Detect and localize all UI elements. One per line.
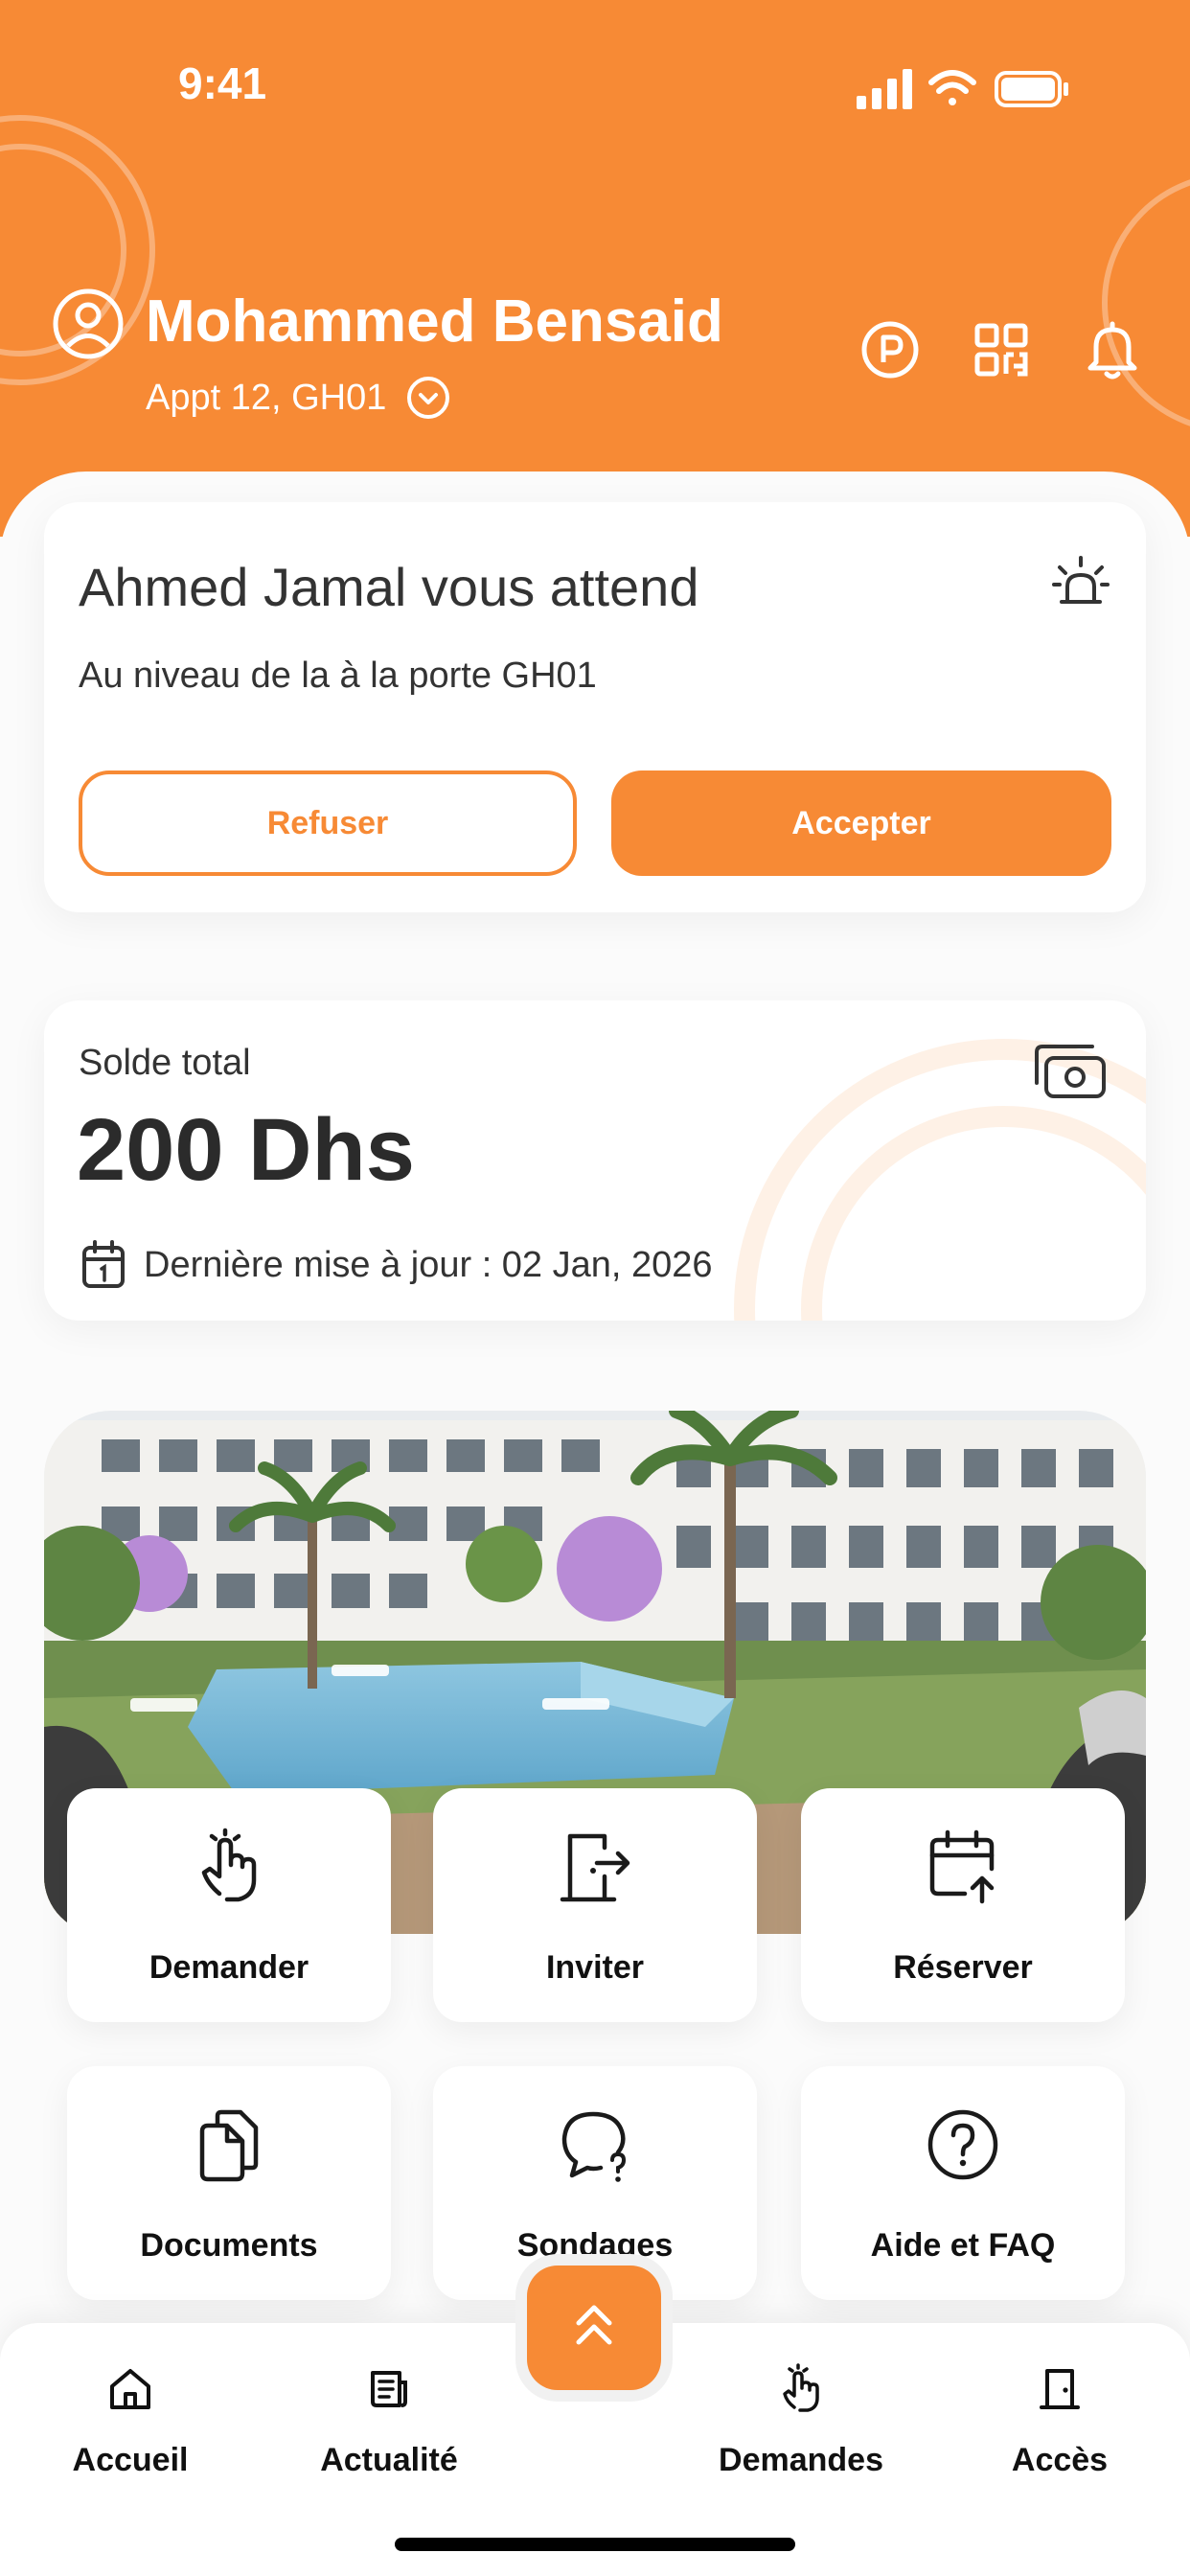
status-bar: 9:41 (0, 0, 1190, 172)
accept-button[interactable]: Accepter (611, 770, 1111, 876)
home-indicator (395, 2538, 795, 2551)
home-icon (110, 2369, 150, 2409)
calendar-upload-icon (929, 1829, 995, 1904)
apartment-label: Appt 12, GH01 (146, 377, 387, 418)
action-aide-faq[interactable]: Aide et FAQ (801, 2066, 1125, 2300)
nav-label: Demandes (719, 2442, 883, 2478)
calendar-icon (82, 1240, 125, 1288)
balance-value: 200 Dhs (77, 1101, 415, 1199)
header: 9:41 Mohammed Bensaid Appt 12, GH01 (0, 0, 1190, 537)
action-label: Demander (149, 1949, 309, 1986)
action-inviter[interactable]: Inviter (433, 1788, 757, 2022)
parking-icon[interactable] (857, 316, 924, 383)
action-label: Inviter (545, 1949, 645, 1986)
chevron-down-icon (407, 377, 450, 419)
balance-label: Solde total (79, 1043, 251, 1083)
last-update-row: Dernière mise à jour : 02 Jan, 2026 (80, 1238, 713, 1292)
app-screen: 9:41 Mohammed Bensaid Appt 12, GH01 Ahme… (0, 0, 1190, 2576)
visitor-card: Ahmed Jamal vous attend Au niveau de la … (44, 502, 1146, 912)
nav-item-demandes[interactable]: Demandes (686, 2323, 916, 2515)
signal-icon (857, 69, 912, 109)
status-icons (857, 69, 1068, 109)
last-update-text: Dernière mise à jour : 02 Jan, 2026 (144, 1244, 713, 1285)
hand-pointer-icon (201, 1828, 257, 1902)
status-time: 9:41 (178, 58, 267, 108)
door-icon (1040, 2369, 1080, 2409)
money-icon (1035, 1045, 1106, 1098)
nav-label: Accès (1011, 2442, 1109, 2478)
visitor-title: Ahmed Jamal vous attend (79, 557, 699, 617)
action-demander[interactable]: Demander (67, 1788, 391, 2022)
chevrons-up-icon (576, 2305, 612, 2345)
action-label: Aide et FAQ (870, 2227, 1056, 2264)
wifi-icon (928, 70, 976, 105)
balance-card[interactable]: Solde total 200 Dhs Dernière mise à jour… (44, 1000, 1146, 1321)
chat-question-icon (561, 2111, 627, 2182)
nav-label: Accueil (72, 2442, 189, 2478)
battery-icon (995, 71, 1068, 107)
news-icon (371, 2371, 407, 2407)
action-label: Documents (140, 2227, 318, 2264)
action-label: Sondages (516, 2227, 674, 2264)
expand-menu-button[interactable] (527, 2266, 661, 2390)
user-profile-icon[interactable] (52, 288, 125, 360)
nav-item-accueil[interactable]: Accueil (15, 2323, 245, 2515)
action-reserver[interactable]: Réserver (801, 1788, 1125, 2022)
action-label: Réserver (893, 1949, 1033, 1986)
bell-icon[interactable] (1079, 316, 1146, 383)
nav-item-acces[interactable]: Accès (945, 2323, 1175, 2515)
hand-pointer-icon (783, 2363, 819, 2412)
user-name: Mohammed Bensaid (146, 288, 723, 355)
qr-code-icon[interactable] (968, 316, 1035, 383)
alarm-light-icon (1052, 556, 1110, 604)
visitor-subtitle: Au niveau de la à la porte GH01 (79, 656, 597, 696)
action-documents[interactable]: Documents (67, 2066, 391, 2300)
help-circle-icon (927, 2109, 998, 2180)
refuse-button[interactable]: Refuser (79, 770, 577, 876)
door-arrow-icon (560, 1833, 630, 1902)
header-decoration (1102, 172, 1190, 433)
apartment-selector[interactable]: Appt 12, GH01 (146, 374, 451, 422)
nav-item-actualite[interactable]: Actualité (274, 2323, 504, 2515)
nav-label: Actualité (320, 2442, 458, 2478)
documents-icon (199, 2109, 259, 2182)
